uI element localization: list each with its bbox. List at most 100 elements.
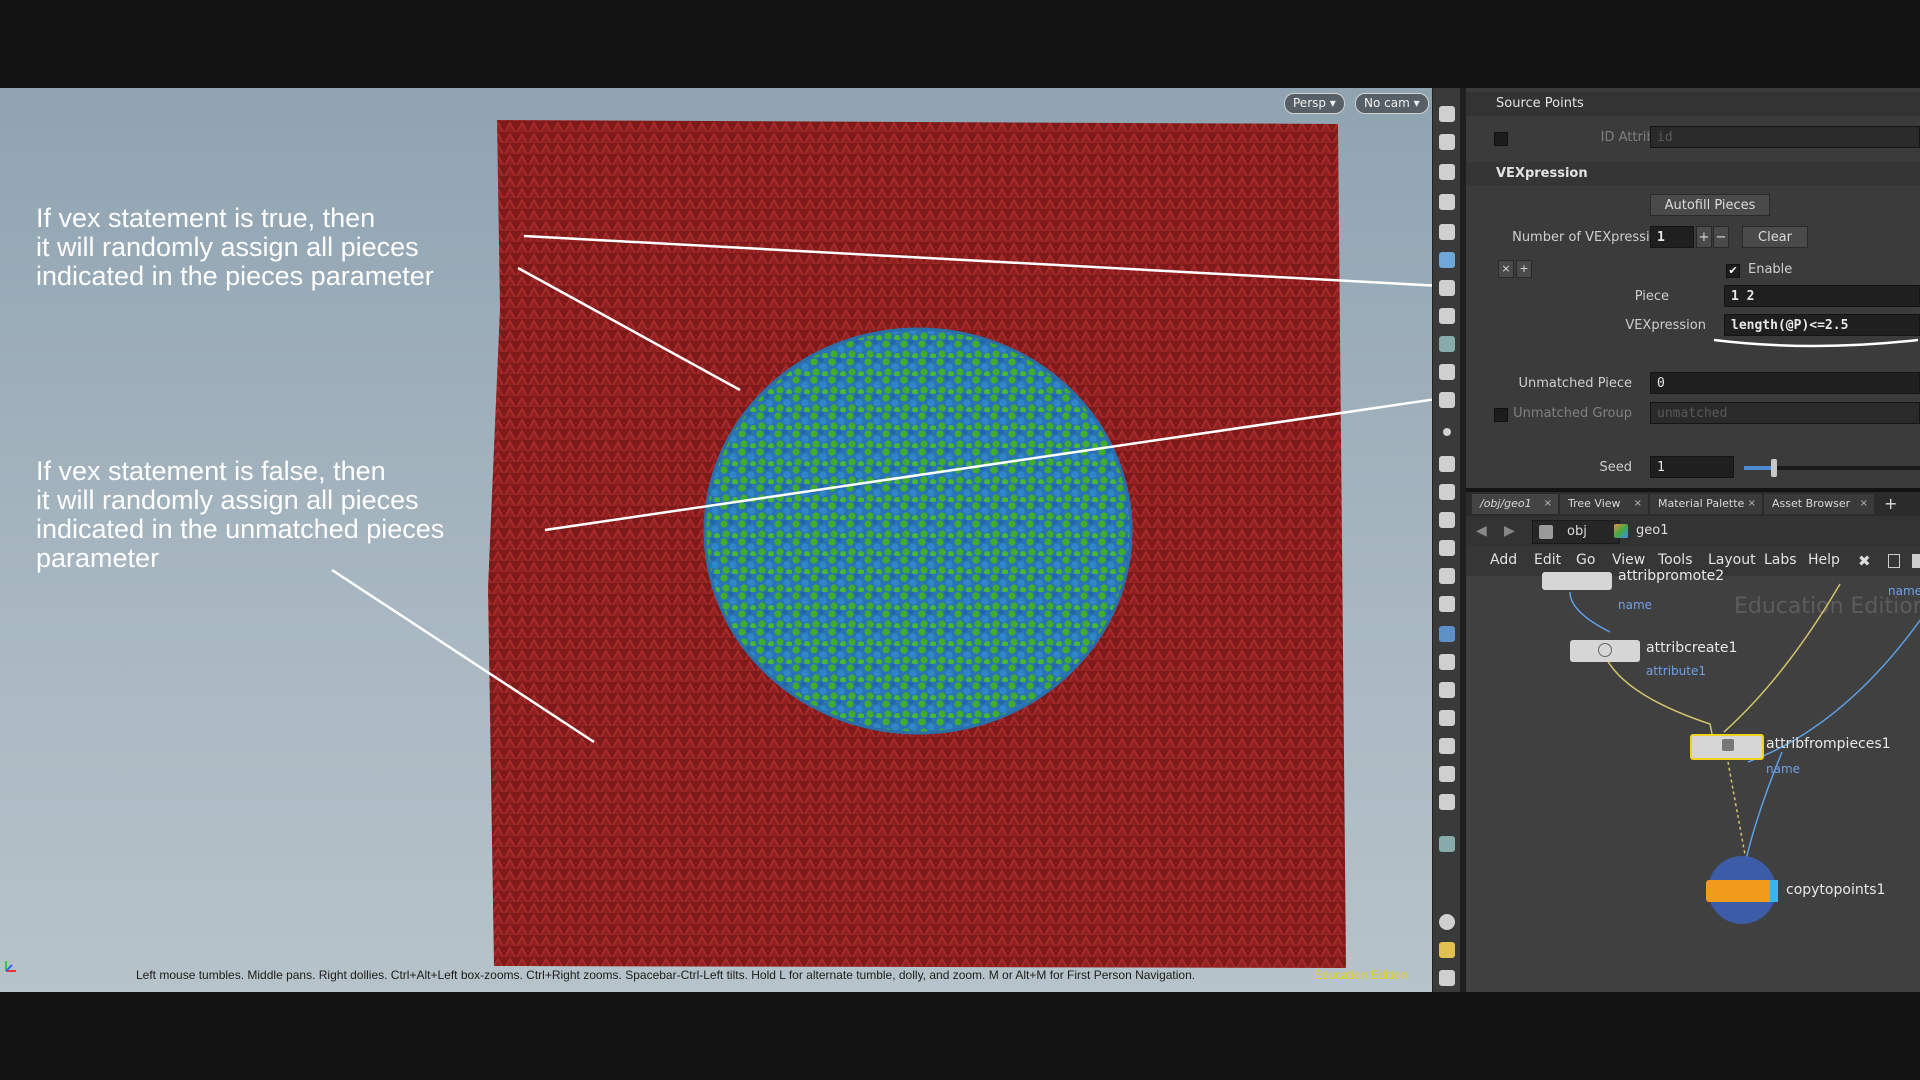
vector-icon[interactable] bbox=[1439, 364, 1455, 380]
grid-icon[interactable] bbox=[1439, 710, 1455, 726]
autofill-pieces-button[interactable]: Autofill Pieces bbox=[1650, 194, 1770, 216]
menu-add[interactable]: Add bbox=[1490, 552, 1517, 568]
bottom-letterbox bbox=[0, 992, 1920, 1080]
vexpression-field[interactable]: length(@P)<=2.5 bbox=[1724, 314, 1920, 336]
box-icon[interactable] bbox=[1439, 766, 1455, 782]
menu-help[interactable]: Help bbox=[1808, 552, 1840, 568]
tab-material-palette[interactable]: Material Palette × bbox=[1650, 494, 1762, 514]
unmatched-piece-label: Unmatched Piece bbox=[1518, 376, 1632, 391]
camera-icon[interactable] bbox=[1439, 308, 1455, 324]
attribpromote2-node[interactable] bbox=[1542, 572, 1612, 590]
close-icon[interactable]: × bbox=[1860, 494, 1868, 514]
tab-label: Material Palette bbox=[1658, 497, 1745, 510]
network-path-bar: ◀ ▶ obj geo1 bbox=[1466, 516, 1920, 546]
attribfrompieces1-node[interactable] bbox=[1690, 734, 1764, 760]
layout-grid-icon[interactable] bbox=[1439, 942, 1455, 958]
forward-arrow-icon[interactable]: ▶ bbox=[1504, 523, 1515, 539]
id-attribute-field[interactable]: id bbox=[1650, 126, 1920, 148]
snap-icon[interactable] bbox=[1439, 194, 1455, 210]
seed-slider-handle[interactable] bbox=[1770, 459, 1777, 477]
tools-icon[interactable]: ✖ bbox=[1858, 552, 1871, 570]
checker-icon[interactable] bbox=[1439, 654, 1455, 670]
lock-icon[interactable] bbox=[1439, 164, 1455, 180]
unmatched-group-field[interactable]: unmatched bbox=[1650, 402, 1920, 424]
menu-labs[interactable]: Labs bbox=[1764, 552, 1797, 568]
attribcreate1-node[interactable] bbox=[1570, 640, 1640, 662]
menu-layout[interactable]: Layout bbox=[1708, 552, 1756, 568]
stack-icon[interactable] bbox=[1439, 568, 1455, 584]
shading-icon[interactable] bbox=[1439, 336, 1455, 352]
seed-slider-track[interactable] bbox=[1744, 459, 1920, 477]
back-arrow-icon[interactable]: ◀ bbox=[1476, 523, 1487, 539]
attribfrompieces1-label: attribfrompieces1 bbox=[1766, 736, 1891, 752]
menu-tools[interactable]: Tools bbox=[1658, 552, 1693, 568]
unmatched-piece-field[interactable]: 0 bbox=[1650, 372, 1920, 394]
add-vexpression-button[interactable]: + bbox=[1696, 226, 1712, 248]
point-display-icon[interactable] bbox=[1439, 392, 1455, 408]
persp-menu-button[interactable]: Persp ▾ bbox=[1284, 93, 1345, 114]
vexpression-header[interactable]: VEXpression bbox=[1466, 162, 1920, 186]
close-icon[interactable]: × bbox=[1544, 494, 1552, 514]
add-tab-button[interactable]: + bbox=[1884, 494, 1897, 513]
image-icon[interactable] bbox=[1439, 794, 1455, 810]
tab-label: Tree View bbox=[1568, 497, 1621, 510]
insert-instance-button[interactable]: + bbox=[1516, 260, 1532, 278]
attribute-icon[interactable] bbox=[1439, 540, 1455, 556]
menu-edit[interactable]: Edit bbox=[1534, 552, 1561, 568]
diamond-icon[interactable] bbox=[1439, 682, 1455, 698]
network-canvas[interactable]: Education Edition attribpromote2 name at… bbox=[1466, 568, 1920, 992]
tab-tree-view[interactable]: Tree View × bbox=[1560, 494, 1648, 514]
tab-label: /obj/geo1 bbox=[1480, 497, 1532, 510]
copytopoints1-node-body[interactable] bbox=[1706, 880, 1778, 902]
clear-button[interactable]: Clear bbox=[1742, 226, 1808, 248]
number-of-vexpressions-label: Number of VEXpressi... bbox=[1512, 230, 1662, 245]
blue-tool-icon[interactable] bbox=[1439, 626, 1455, 642]
path-root-label: obj bbox=[1567, 524, 1587, 539]
menu-view[interactable]: View bbox=[1612, 552, 1645, 568]
remove-vexpression-button[interactable]: − bbox=[1713, 226, 1729, 248]
close-icon[interactable]: × bbox=[1748, 494, 1756, 514]
sphere-icon[interactable] bbox=[1439, 224, 1455, 240]
corner-icon[interactable] bbox=[1439, 596, 1455, 612]
remove-instance-button[interactable]: × bbox=[1498, 260, 1514, 278]
annotation-false-line-2: it will randomly assign all pieces bbox=[36, 485, 419, 515]
attribcreate-icon bbox=[1598, 643, 1612, 657]
close-icon[interactable]: × bbox=[1634, 494, 1642, 514]
offscreen-node-sub: name bbox=[1888, 584, 1920, 598]
source-points-header[interactable]: Source Points bbox=[1466, 92, 1920, 116]
display-flag-icon[interactable] bbox=[1770, 880, 1778, 902]
number-of-vexpressions-field[interactable]: 1 bbox=[1650, 226, 1694, 248]
annotation-false-line-3: indicated in the unmatched pieces bbox=[36, 514, 445, 544]
annotation-false: If vex statement is false, then it will … bbox=[36, 457, 444, 573]
axis-icon[interactable] bbox=[1439, 738, 1455, 754]
wireframe-icon[interactable] bbox=[1439, 252, 1455, 268]
network-editor: /obj/geo1 × Tree View × Material Palette × … bbox=[1466, 492, 1920, 992]
number-icon[interactable] bbox=[1439, 512, 1455, 528]
piece-field[interactable]: 1 2 bbox=[1724, 285, 1920, 307]
path-current-button[interactable]: geo1 bbox=[1608, 520, 1718, 542]
id-attribute-checkbox[interactable] bbox=[1494, 132, 1508, 146]
eye-icon[interactable] bbox=[1439, 970, 1455, 986]
tab-asset-browser[interactable]: Asset Browser × bbox=[1764, 494, 1874, 514]
annotation-false-line-1: If vex statement is false, then bbox=[36, 456, 386, 486]
obj-icon bbox=[1539, 525, 1553, 539]
light-icon[interactable] bbox=[1439, 280, 1455, 296]
info-icon[interactable] bbox=[1439, 914, 1455, 930]
menu-go[interactable]: Go bbox=[1576, 552, 1595, 568]
pane-tab-bar: /obj/geo1 × Tree View × Material Palette × … bbox=[1466, 492, 1920, 516]
path-root-button[interactable]: obj bbox=[1532, 520, 1620, 544]
scene-viewport[interactable]: Persp ▾ No cam ▾ If vex statement is tru… bbox=[0, 88, 1432, 992]
enable-checkbox[interactable]: ✔ bbox=[1726, 264, 1740, 278]
seed-field[interactable]: 1 bbox=[1650, 456, 1734, 478]
normal-icon[interactable] bbox=[1439, 456, 1455, 472]
tree-icon[interactable] bbox=[1888, 554, 1900, 568]
camera-menu-button[interactable]: No cam ▾ bbox=[1355, 93, 1429, 114]
panel-icon[interactable] bbox=[1912, 554, 1920, 568]
display-options-icon[interactable] bbox=[1439, 106, 1455, 122]
ghost-icon[interactable] bbox=[1439, 134, 1455, 150]
tab-obj-geo1[interactable]: /obj/geo1 × bbox=[1472, 494, 1558, 514]
attribfrompieces1-sub: name bbox=[1766, 762, 1801, 776]
brush-icon[interactable] bbox=[1439, 484, 1455, 500]
point-icon[interactable] bbox=[1443, 428, 1451, 436]
pin-icon[interactable] bbox=[1439, 836, 1455, 852]
